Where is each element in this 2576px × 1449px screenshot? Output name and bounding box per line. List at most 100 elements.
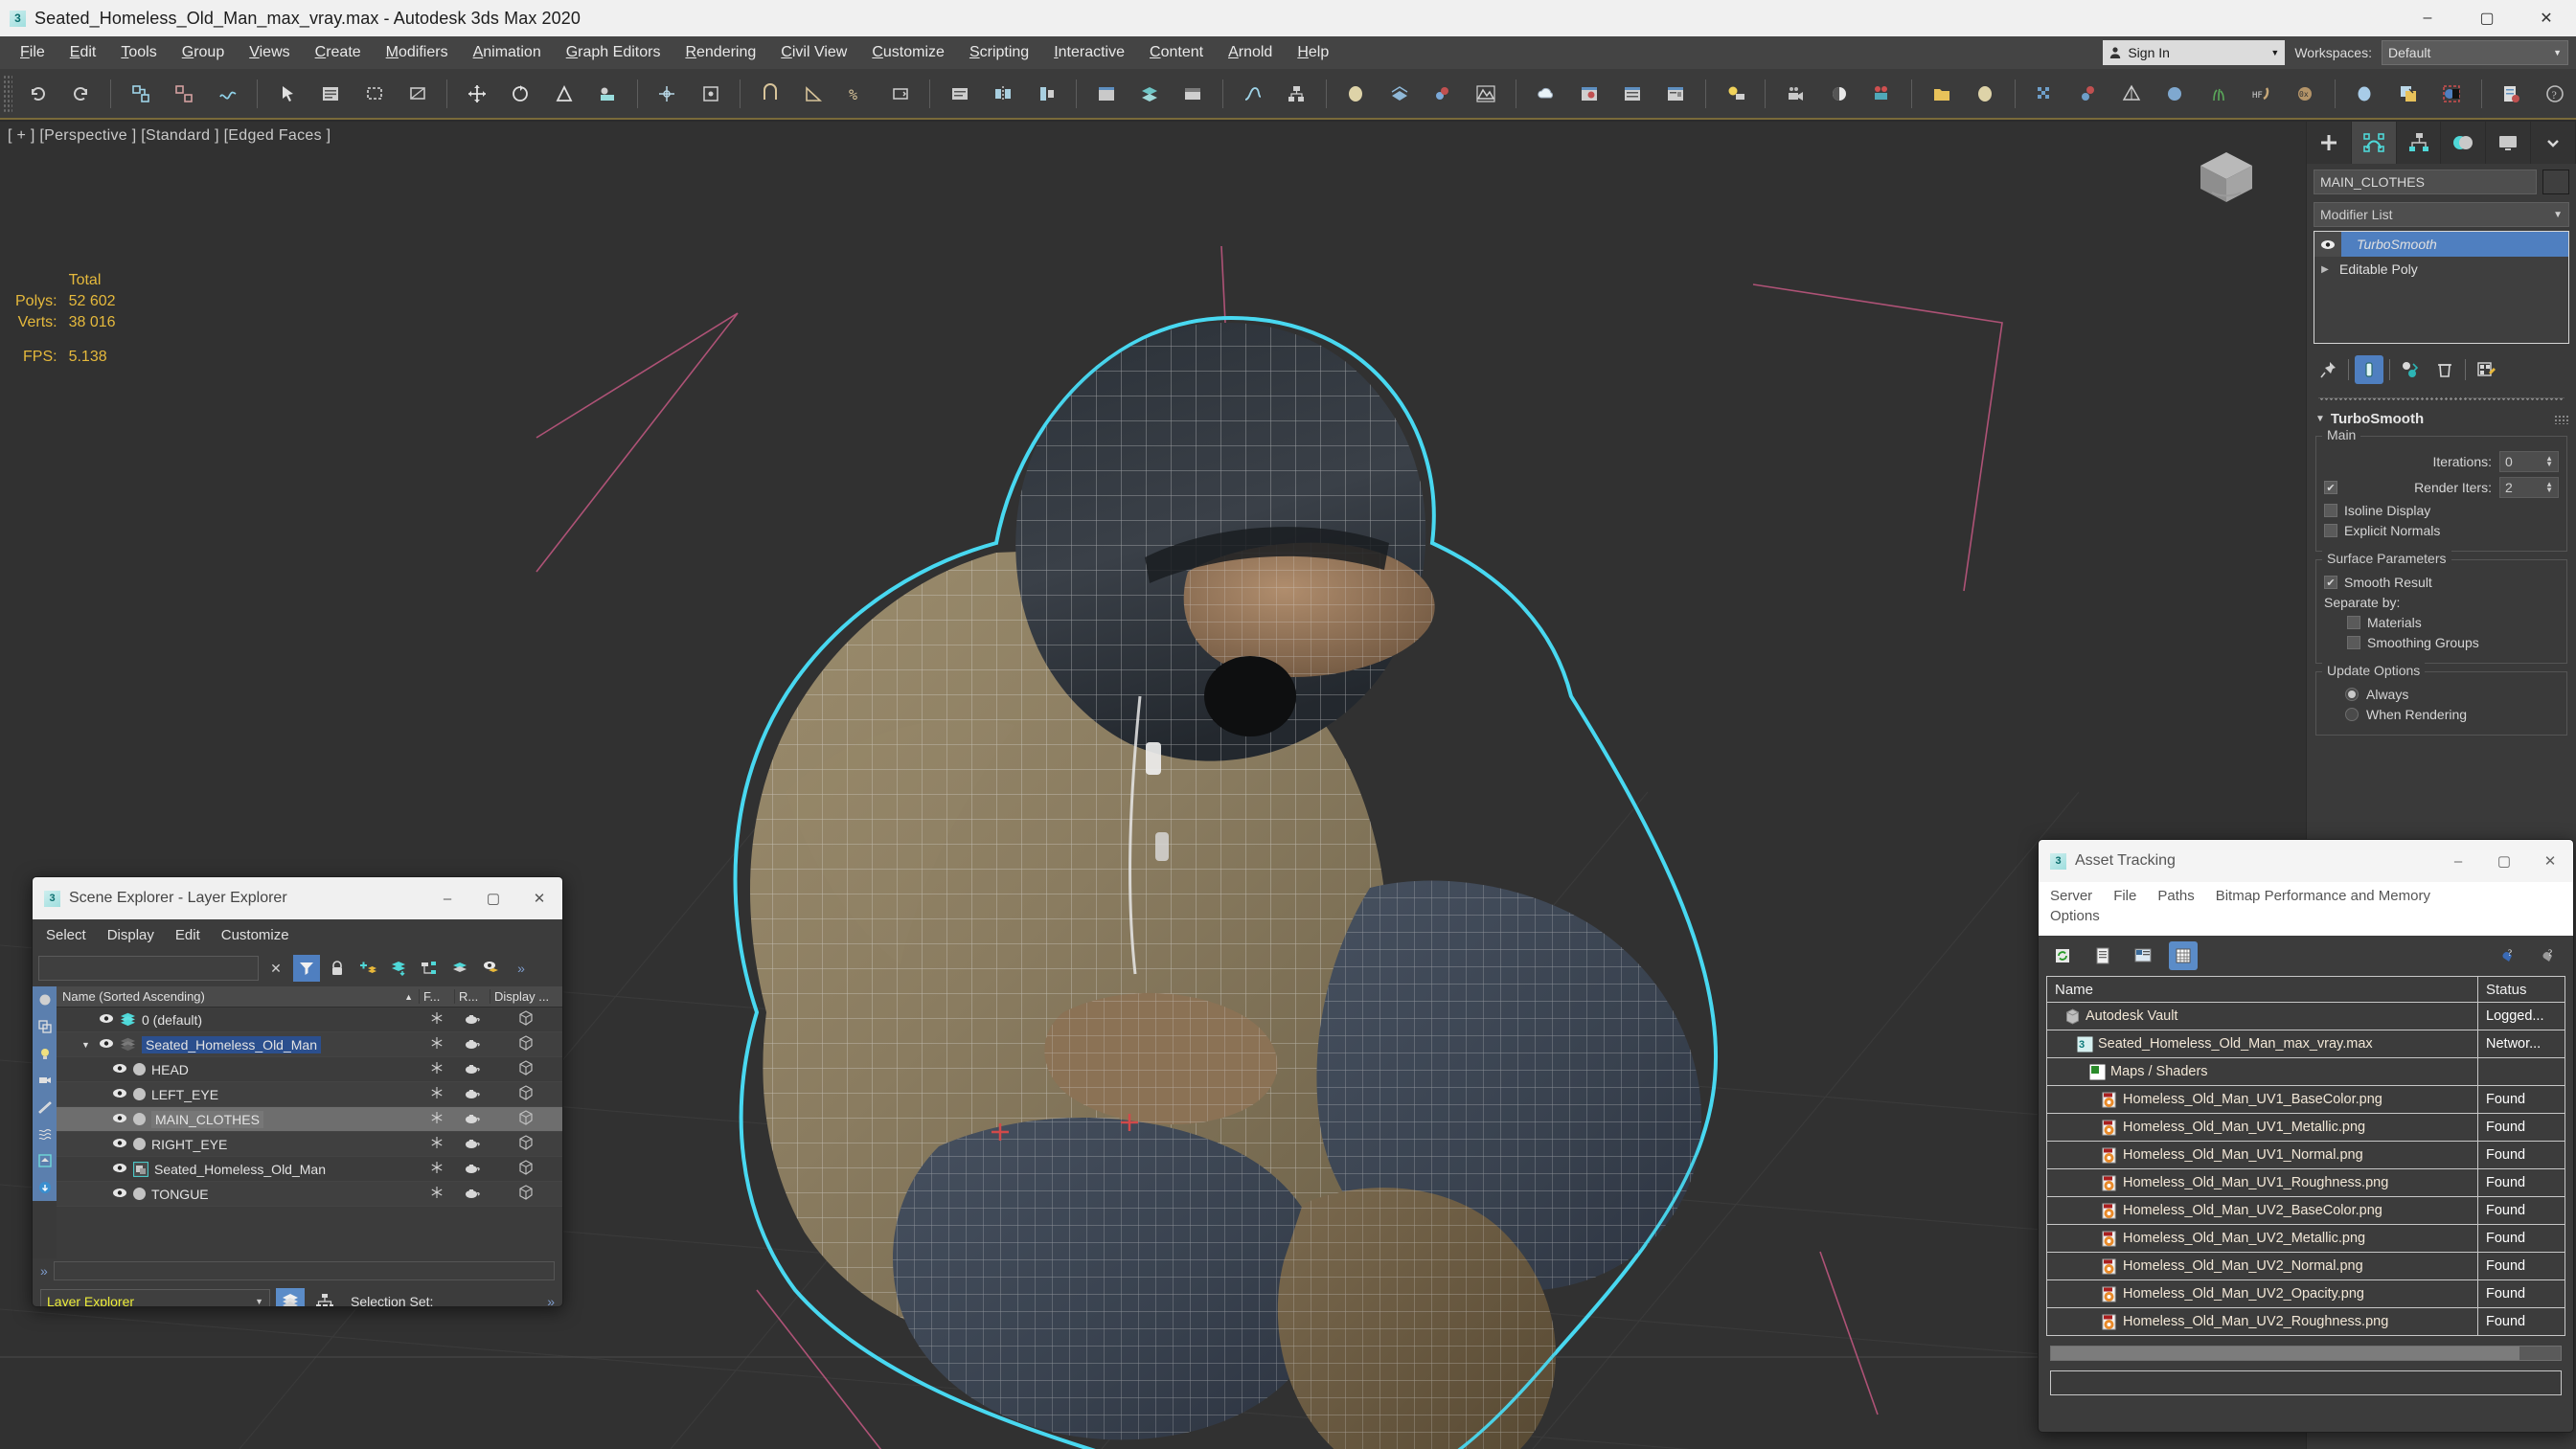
minimize-button[interactable]: –: [2398, 0, 2457, 36]
renderable-cell[interactable]: [454, 1037, 490, 1053]
asset-name-cell[interactable]: 3 Seated_Homeless_Old_Man_max_vray.max: [2047, 1030, 2478, 1058]
asset-row[interactable]: Homeless_Old_Man_UV1_Normal.png Found: [2047, 1141, 2565, 1169]
asset-row[interactable]: Homeless_Old_Man_UV2_Opacity.png Found: [2047, 1279, 2565, 1308]
select-by-name-icon[interactable]: [312, 75, 350, 113]
blob-mesh-icon[interactable]: [2156, 75, 2194, 113]
scene-explorer-menu-customize[interactable]: Customize: [221, 927, 289, 943]
layer-name-cell[interactable]: Seated_Homeless_Old_Man: [57, 1162, 419, 1177]
filter-xrefs-icon[interactable]: [33, 1174, 57, 1201]
freeze-cell[interactable]: [419, 1136, 454, 1152]
asset-name-cell[interactable]: Homeless_Old_Man_UV1_BaseColor.png: [2047, 1085, 2478, 1114]
freeze-cell[interactable]: [419, 1161, 454, 1177]
render-preset-icon[interactable]: [1657, 75, 1695, 113]
asset-menu-options[interactable]: Options: [2050, 908, 2100, 924]
filter-cameras-icon[interactable]: [33, 1067, 57, 1094]
visibility-toggle-icon[interactable]: [112, 1062, 127, 1076]
edit-named-selection-icon[interactable]: [941, 75, 978, 113]
renderable-cell[interactable]: [454, 1087, 490, 1102]
modifier-stack-row[interactable]: ▶ Editable Poly: [2314, 257, 2568, 282]
menu-item-scripting[interactable]: Scripting: [957, 40, 1041, 65]
asset-row[interactable]: 3 Seated_Homeless_Old_Man_max_vray.max Net…: [2047, 1030, 2565, 1058]
menu-item-file[interactable]: File: [8, 40, 57, 65]
spinner-snap-icon[interactable]: [881, 75, 919, 113]
freeze-cell[interactable]: [419, 1061, 454, 1077]
select-move-icon[interactable]: [458, 75, 495, 113]
menu-item-group[interactable]: Group: [170, 40, 237, 65]
modifier-stack[interactable]: TurboSmooth ▶ Editable Poly: [2314, 231, 2569, 344]
select-object-icon[interactable]: [268, 75, 306, 113]
render-frame-window-icon[interactable]: [1468, 75, 1505, 113]
select-link-icon[interactable]: [122, 75, 159, 113]
scene-explorer-maximize-button[interactable]: ▢: [470, 877, 516, 919]
asset-row[interactable]: Homeless_Old_Man_UV2_Roughness.png Found: [2047, 1307, 2565, 1336]
sign-in-button[interactable]: Sign In ▼: [2103, 40, 2286, 65]
make-unique-icon[interactable]: [2396, 355, 2425, 384]
scene-explorer-close-button[interactable]: ✕: [516, 877, 562, 919]
layer-name-cell[interactable]: RIGHT_EYE: [57, 1137, 419, 1152]
menu-item-content[interactable]: Content: [1137, 40, 1216, 65]
asset-row[interactable]: Homeless_Old_Man_UV1_Metallic.png Found: [2047, 1113, 2565, 1142]
angle-snap-icon[interactable]: [795, 75, 832, 113]
layer-name-cell[interactable]: HEAD: [57, 1062, 419, 1077]
asset-tracking-close-button[interactable]: ✕: [2527, 840, 2573, 882]
asset-row[interactable]: Maps / Shaders: [2047, 1057, 2565, 1086]
visibility-toggle-icon[interactable]: [112, 1187, 127, 1201]
schematic-view-icon[interactable]: [1277, 75, 1314, 113]
material-sphere-icon[interactable]: [1967, 75, 2004, 113]
asset-menu-bitmap-performance-and-memory[interactable]: Bitmap Performance and Memory: [2216, 888, 2430, 904]
menu-item-modifiers[interactable]: Modifiers: [374, 40, 461, 65]
renderable-cell[interactable]: [454, 1187, 490, 1202]
clear-search-icon[interactable]: ✕: [262, 955, 289, 982]
menu-item-tools[interactable]: Tools: [108, 40, 169, 65]
scene-explorer-minimize-button[interactable]: –: [424, 877, 470, 919]
select-rotate-icon[interactable]: [502, 75, 539, 113]
scene-explorer-menu-edit[interactable]: Edit: [175, 927, 200, 943]
layer-row[interactable]: 0 (default): [57, 1008, 562, 1032]
modifier-visibility-icon[interactable]: [2314, 232, 2341, 257]
toolbar-grip[interactable]: [3, 74, 12, 113]
spinner-arrows-icon[interactable]: ▲ ▼: [2545, 455, 2553, 468]
menu-item-help[interactable]: Help: [1285, 40, 1341, 65]
rectangular-selection-icon[interactable]: [355, 75, 393, 113]
refresh-icon[interactable]: [2048, 941, 2077, 970]
asset-row[interactable]: Homeless_Old_Man_UV1_Roughness.png Found: [2047, 1168, 2565, 1197]
layer-explorer-icon[interactable]: [276, 1288, 305, 1306]
configure-sets-icon[interactable]: [2472, 355, 2500, 384]
snap-toggle-icon[interactable]: [751, 75, 788, 113]
mesh-pyramid-icon[interactable]: [2112, 75, 2150, 113]
filter-groups-icon[interactable]: [33, 1147, 57, 1174]
hierarchy-tab[interactable]: [2397, 122, 2442, 164]
asset-tracking-maximize-button[interactable]: ▢: [2481, 840, 2527, 882]
grid-view-icon[interactable]: [2169, 941, 2198, 970]
panel-resize-grip[interactable]: [2318, 394, 2565, 403]
set-layer-icon[interactable]: [446, 955, 473, 982]
cloud-render-icon[interactable]: [1527, 75, 1564, 113]
asset-column-status[interactable]: Status: [2478, 982, 2565, 998]
asset-name-cell[interactable]: Autodesk Vault: [2047, 1002, 2478, 1030]
layer-name-cell[interactable]: 0 (default): [57, 1012, 419, 1028]
footer-field[interactable]: [53, 1261, 555, 1280]
workspaces-select[interactable]: Default ▼: [2382, 40, 2568, 65]
hide-layer-icon[interactable]: [477, 955, 504, 982]
asset-name-cell[interactable]: Homeless_Old_Man_UV2_Metallic.png: [2047, 1224, 2478, 1253]
material-editor-icon[interactable]: [1337, 75, 1375, 113]
freeze-cell[interactable]: [419, 1011, 454, 1028]
field-radio[interactable]: [2345, 708, 2359, 721]
renderable-cell[interactable]: [454, 1062, 490, 1077]
menu-item-civil-view[interactable]: Civil View: [768, 40, 859, 65]
expand-toggle-icon[interactable]: ▼: [81, 1040, 93, 1050]
asset-menu-server[interactable]: Server: [2050, 888, 2092, 904]
exposure-control-icon[interactable]: [1820, 75, 1858, 113]
asset-name-cell[interactable]: Homeless_Old_Man_UV2_BaseColor.png: [2047, 1196, 2478, 1225]
iterations-spinner[interactable]: 0 ▲ ▼: [2499, 451, 2559, 472]
display-tab[interactable]: [2486, 122, 2532, 164]
visibility-toggle-icon[interactable]: [112, 1137, 127, 1151]
toggle-layer-explorer-icon[interactable]: [1131, 75, 1169, 113]
display-cell[interactable]: [490, 1060, 562, 1078]
layer-row[interactable]: LEFT_EYE: [57, 1082, 562, 1107]
redo-icon[interactable]: [62, 75, 100, 113]
layer-row[interactable]: MAIN_CLOTHES: [57, 1107, 562, 1132]
align-icon[interactable]: [1028, 75, 1065, 113]
menu-item-rendering[interactable]: Rendering: [672, 40, 768, 65]
layer-row[interactable]: TONGUE: [57, 1182, 562, 1207]
